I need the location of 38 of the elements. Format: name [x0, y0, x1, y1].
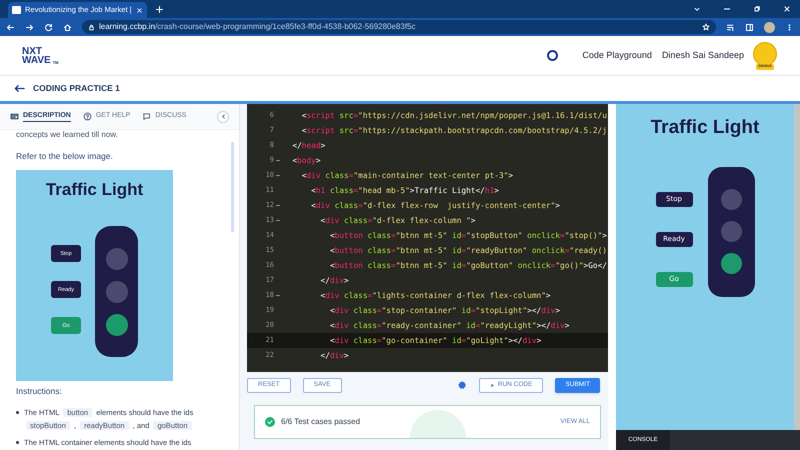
home-icon[interactable]	[63, 22, 72, 32]
collapse-button[interactable]	[217, 110, 229, 122]
user-name: Dinesh Sai Sandeep	[662, 48, 744, 62]
traffic-light-title: Traffic Light	[46, 178, 144, 201]
address-bar[interactable]: learning.ccbp.in/crash-course/web-programming/1ce85fe3-ff0d-4538-b062-569280e83f5c	[82, 20, 716, 34]
reload-icon[interactable]	[44, 22, 53, 32]
chevron-down-icon[interactable]	[693, 5, 701, 13]
description-text: concepts we learned till now.	[16, 130, 119, 141]
plus-icon[interactable]	[154, 4, 164, 14]
chevron-left-icon	[220, 113, 226, 120]
bullet-icon	[16, 440, 19, 444]
restore-icon[interactable]	[753, 5, 761, 13]
sidebar-icon[interactable]	[745, 22, 754, 32]
page-title: CODING PRACTICE 1	[33, 82, 120, 95]
result-text: 6/6 Test cases passed	[281, 416, 360, 428]
favicon-icon	[12, 6, 21, 14]
bullet-icon	[16, 410, 19, 414]
back-icon[interactable]	[6, 22, 15, 32]
code-editor[interactable]	[247, 104, 608, 372]
chat-icon	[142, 112, 152, 121]
document-icon	[10, 112, 19, 121]
settings-icon[interactable]	[456, 380, 467, 390]
close-icon[interactable]	[783, 5, 791, 13]
playlist-icon[interactable]	[726, 22, 735, 32]
play-icon	[490, 382, 495, 388]
back-arrow-icon[interactable]	[14, 83, 25, 94]
nav-link[interactable]: Code Playground	[582, 48, 652, 62]
traffic-light-title: Traffic Light	[650, 116, 760, 140]
url-text: learning.ccbp.in/crash-course/web-programming/1ce85fe3-ff0d-4538-b062-569280e83f5c	[99, 21, 416, 33]
close-icon[interactable]	[136, 6, 143, 14]
description-text: Refer to the below image.	[16, 150, 114, 163]
help-icon	[82, 112, 92, 121]
lock-icon	[88, 24, 95, 30]
profile-icon[interactable]	[764, 22, 775, 32]
star-icon[interactable]	[702, 23, 710, 31]
check-icon	[265, 417, 275, 427]
forward-icon[interactable]	[25, 22, 34, 32]
instructions-heading: Instructions:	[16, 384, 63, 398]
